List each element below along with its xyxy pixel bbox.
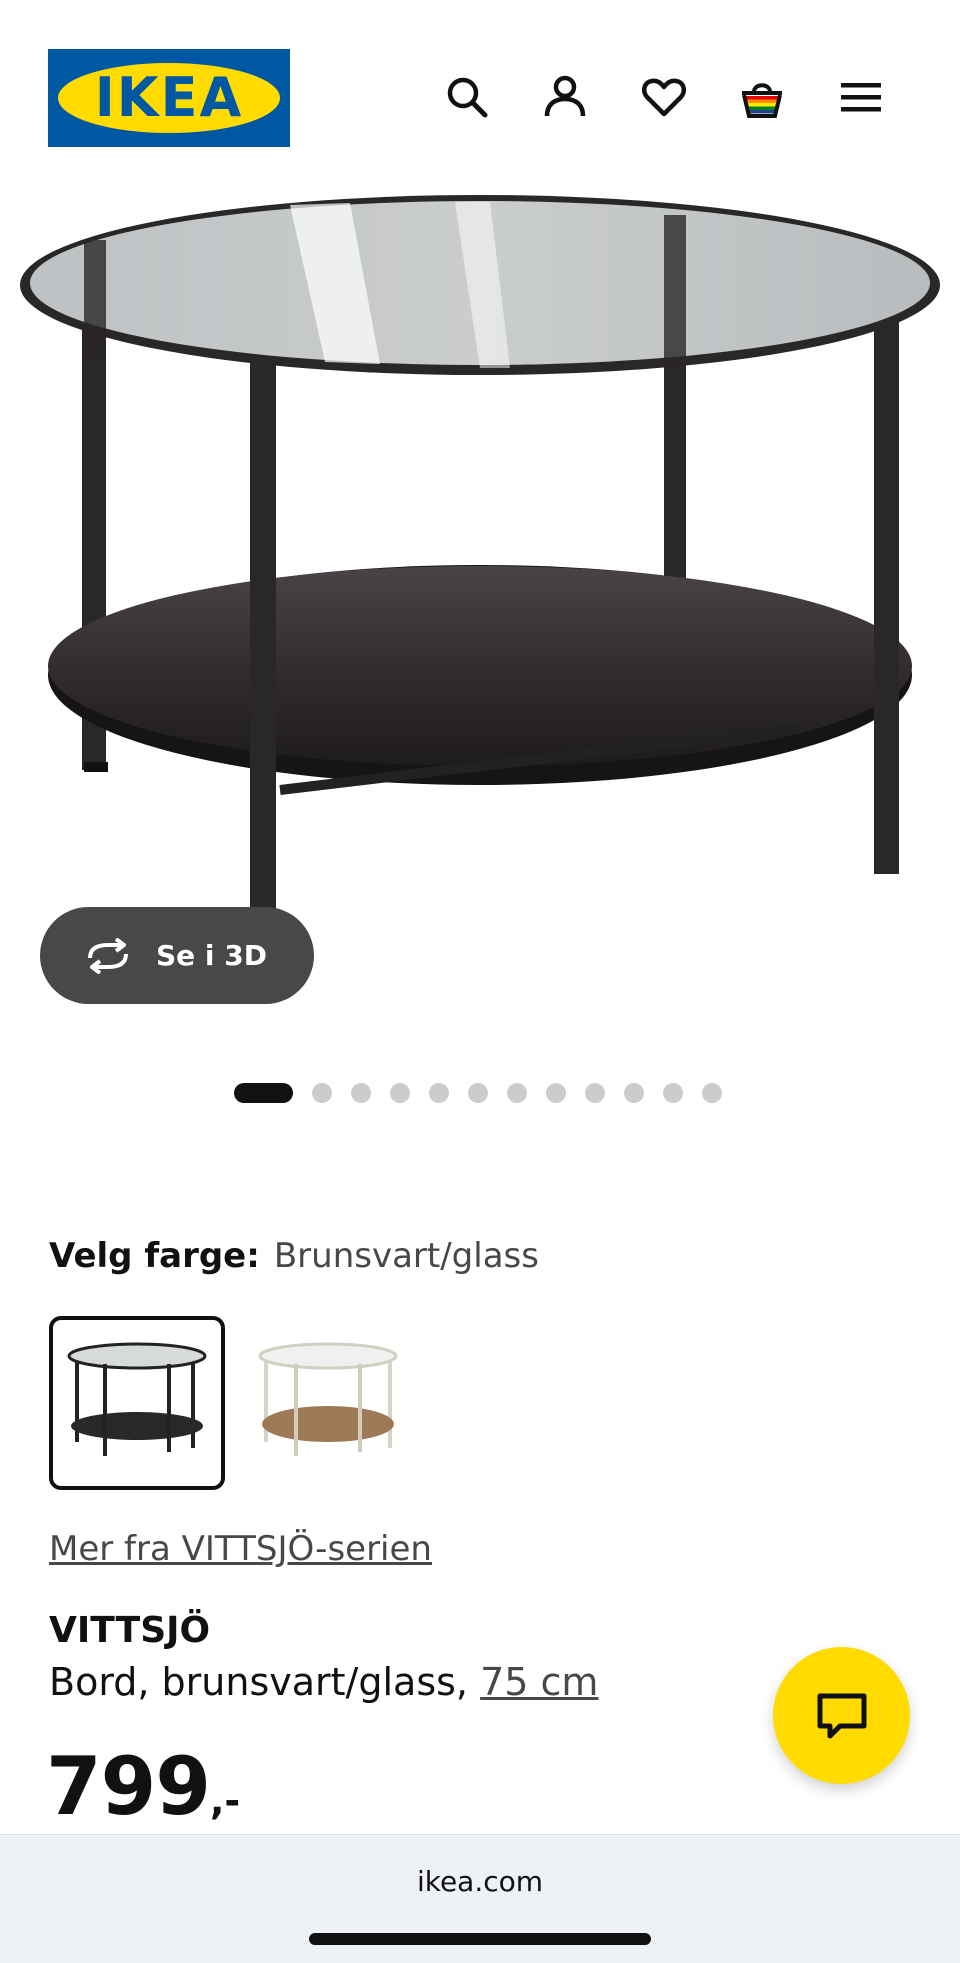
- coffee-table-illustration: [20, 195, 940, 932]
- product-description-text: Bord, brunsvart/glass,: [49, 1660, 469, 1704]
- view-in-3d-button[interactable]: Se i 3D: [40, 907, 314, 1004]
- color-selector-label: Velg farge: Brunsvart/glass: [49, 1236, 539, 1276]
- product-description: Bord, brunsvart/glass, 75 cm: [49, 1660, 598, 1704]
- carousel-dot[interactable]: [351, 1083, 371, 1103]
- selected-color-value: Brunsvart/glass: [273, 1236, 539, 1276]
- basket-icon[interactable]: [739, 74, 785, 120]
- chat-bubble-icon: [817, 1693, 866, 1738]
- color-option-white-oak[interactable]: [246, 1320, 414, 1486]
- carousel-dot[interactable]: [663, 1083, 683, 1103]
- logo-oval: IKEA: [58, 63, 280, 133]
- home-indicator[interactable]: [309, 1933, 651, 1945]
- color-label: Velg farge:: [49, 1236, 260, 1276]
- site-header: IKEA: [0, 0, 960, 190]
- url-text[interactable]: ikea.com: [0, 1865, 960, 1898]
- price-amount: 799: [46, 1740, 211, 1833]
- carousel-dot[interactable]: [429, 1083, 449, 1103]
- image-carousel-indicators: [234, 1083, 741, 1103]
- product-size-link[interactable]: 75 cm: [480, 1660, 598, 1704]
- product-name: VITTSJÖ: [49, 1610, 211, 1651]
- heart-icon[interactable]: [641, 74, 687, 120]
- swatch-table-dark-image: [67, 1342, 207, 1456]
- menu-icon[interactable]: [838, 74, 884, 120]
- chat-button[interactable]: [773, 1647, 910, 1784]
- carousel-dot[interactable]: [468, 1083, 488, 1103]
- product-image[interactable]: [0, 190, 960, 1020]
- carousel-dot-active[interactable]: [234, 1083, 293, 1103]
- series-link[interactable]: Mer fra VITTSJÖ-serien: [49, 1529, 432, 1569]
- carousel-dot[interactable]: [702, 1083, 722, 1103]
- search-icon[interactable]: [444, 74, 490, 120]
- carousel-dot[interactable]: [546, 1083, 566, 1103]
- view-in-3d-label: Se i 3D: [156, 939, 267, 972]
- carousel-dot[interactable]: [585, 1083, 605, 1103]
- browser-address-bar: ikea.com: [0, 1834, 960, 1963]
- account-icon[interactable]: [542, 74, 588, 120]
- ikea-logo[interactable]: IKEA: [48, 49, 290, 147]
- swatch-table-light-image: [258, 1342, 398, 1456]
- carousel-dot[interactable]: [312, 1083, 332, 1103]
- logo-text: IKEA: [94, 66, 244, 129]
- carousel-dot[interactable]: [507, 1083, 527, 1103]
- carousel-dot[interactable]: [624, 1083, 644, 1103]
- price-suffix: ,-: [210, 1779, 241, 1823]
- carousel-dot[interactable]: [390, 1083, 410, 1103]
- product-price: 799,-: [46, 1740, 240, 1833]
- rotate-icon: [88, 937, 128, 974]
- color-option-brunsvart-glass[interactable]: [49, 1316, 225, 1490]
